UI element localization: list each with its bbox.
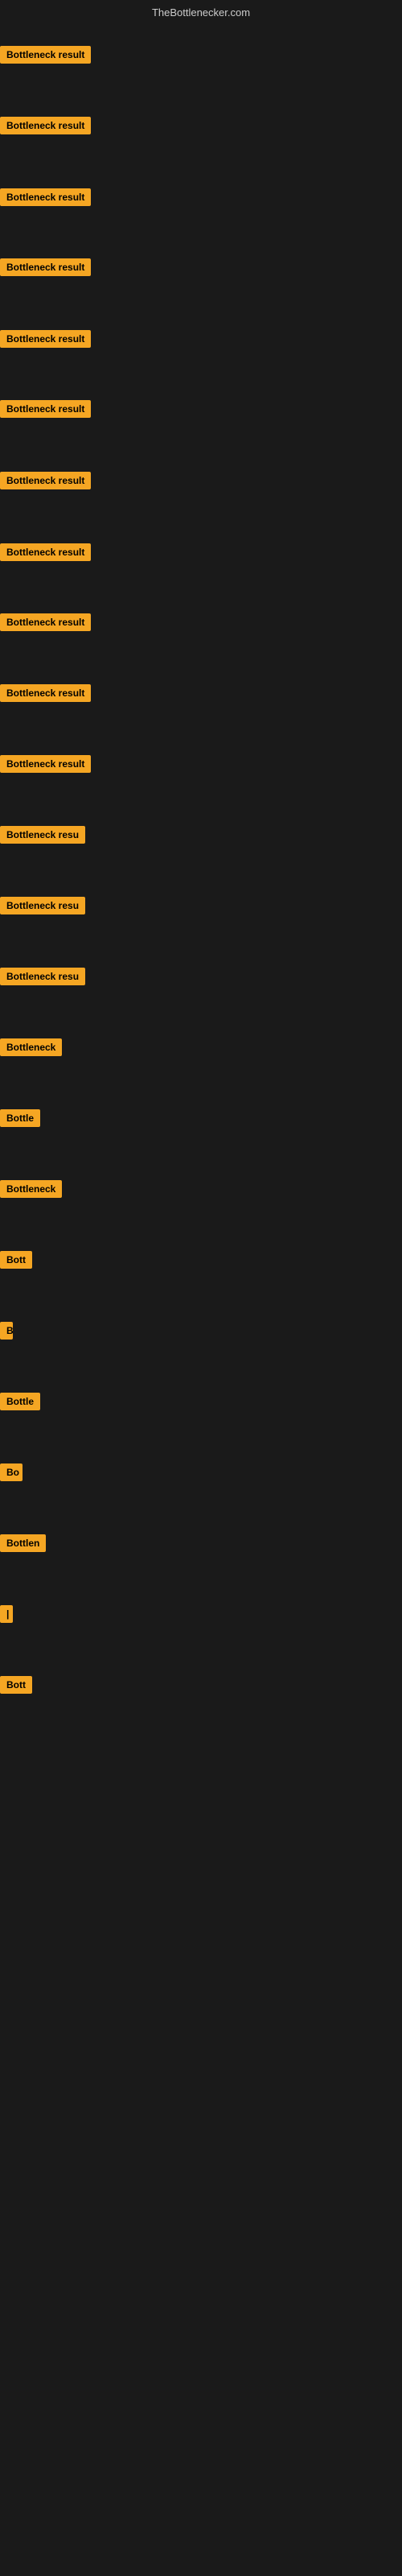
bottleneck-badge: Bottleneck result: [0, 117, 91, 134]
bottleneck-badge: Bottleneck result: [0, 543, 91, 561]
bottleneck-item: Bottleneck: [0, 1180, 62, 1202]
bottleneck-item: Bottleneck resu: [0, 968, 85, 989]
bottleneck-item: Bottlen: [0, 1534, 46, 1556]
bottleneck-item: Bottleneck resu: [0, 897, 85, 919]
bottleneck-item: Bottleneck resu: [0, 826, 85, 848]
bottleneck-item: Bottleneck result: [0, 755, 91, 777]
bottleneck-item: Bott: [0, 1676, 32, 1698]
bottleneck-item: Bottleneck result: [0, 400, 91, 422]
bottleneck-badge: Bottleneck resu: [0, 897, 85, 914]
bottleneck-item: Bottleneck result: [0, 117, 91, 138]
bottleneck-badge: Bottleneck resu: [0, 826, 85, 844]
bottleneck-item: Bottleneck result: [0, 188, 91, 210]
bottleneck-item: Bo: [0, 1463, 23, 1485]
bottleneck-item: Bottleneck result: [0, 613, 91, 635]
bottleneck-badge: Bottleneck result: [0, 188, 91, 206]
bottleneck-item: Bottleneck result: [0, 46, 91, 68]
bottleneck-badge: Bottleneck result: [0, 46, 91, 64]
bottleneck-badge: B: [0, 1322, 13, 1340]
bottleneck-item: Bottle: [0, 1393, 40, 1414]
bottleneck-badge: Bottleneck result: [0, 472, 91, 489]
bottleneck-item: Bottleneck result: [0, 330, 91, 352]
bottleneck-badge: Bottleneck result: [0, 755, 91, 773]
bottleneck-item: Bottleneck: [0, 1038, 62, 1060]
bottleneck-badge: Bottleneck result: [0, 684, 91, 702]
bottleneck-badge: Bottleneck: [0, 1180, 62, 1198]
bottleneck-item: Bottleneck result: [0, 543, 91, 565]
bottleneck-badge: Bo: [0, 1463, 23, 1481]
site-header: TheBottlenecker.com: [0, 0, 402, 22]
bottleneck-badge: Bottleneck result: [0, 613, 91, 631]
bottleneck-badge: Bott: [0, 1251, 32, 1269]
bottleneck-item: B: [0, 1322, 13, 1344]
bottleneck-badge: Bottle: [0, 1393, 40, 1410]
bottleneck-item: Bottle: [0, 1109, 40, 1131]
bottleneck-badge: Bottlen: [0, 1534, 46, 1552]
bottleneck-item: Bott: [0, 1251, 32, 1273]
bottleneck-badge: |: [0, 1605, 13, 1623]
bottleneck-item: |: [0, 1605, 13, 1627]
bottleneck-badge: Bottleneck result: [0, 258, 91, 276]
bottleneck-badge: Bottleneck: [0, 1038, 62, 1056]
bottleneck-item: Bottleneck result: [0, 258, 91, 280]
bottleneck-badge: Bott: [0, 1676, 32, 1694]
bottleneck-badge: Bottleneck result: [0, 330, 91, 348]
bottleneck-badge: Bottleneck resu: [0, 968, 85, 985]
bottleneck-badge: Bottleneck result: [0, 400, 91, 418]
bottleneck-badge: Bottle: [0, 1109, 40, 1127]
bottleneck-item: Bottleneck result: [0, 684, 91, 706]
site-title: TheBottlenecker.com: [152, 6, 250, 19]
bottleneck-item: Bottleneck result: [0, 472, 91, 493]
